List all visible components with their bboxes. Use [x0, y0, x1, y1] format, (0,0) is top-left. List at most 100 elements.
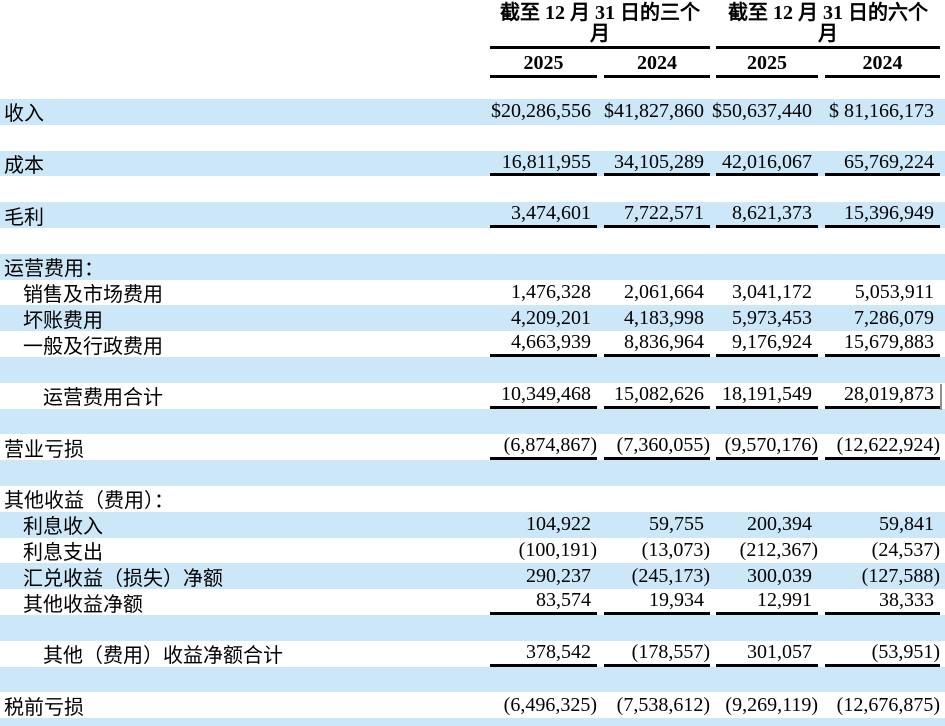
year-header-2025: 2025: [716, 51, 818, 78]
value-cell-6m-2024: 28,019,873: [825, 383, 940, 409]
value-cell-3m-2024: [604, 228, 710, 254]
row-label: 坏账费用: [23, 309, 103, 332]
year-header-row: 2025 2024: [490, 51, 710, 78]
value-cell-6m-2025: [716, 486, 818, 512]
value-cell-6m-2024: [825, 486, 940, 512]
value-cell-3m-2024: $41,827,860: [604, 100, 704, 123]
value-cell-3m-2025: [490, 409, 597, 435]
col-group-title: 截至 12 月 31 日的六个 月: [716, 3, 940, 46]
value-cell-6m-2025: [716, 254, 818, 280]
value-cell-3m-2024: 8,836,964: [604, 331, 710, 357]
value-cell-6m-2024: [825, 409, 940, 435]
col-group-title: 截至 12 月 31 日的三个 月: [490, 3, 710, 46]
row-label: 运营费用：: [4, 258, 104, 281]
table-row: 毛利 3,474,601 7,722,571 8,621,373 15,396,…: [0, 202, 945, 229]
year-header-2024: 2024: [825, 51, 940, 78]
value-cell-6m-2024: $ 81,166,173: [829, 100, 934, 123]
table-row: 利息支出 (100,191) (13,073) (212,367) (24,53…: [0, 538, 945, 564]
row-label: 成本: [4, 155, 44, 177]
value-cell-6m-2025: [716, 667, 818, 693]
value-cell-6m-2025: 5,973,453: [732, 306, 812, 329]
value-cell-3m-2024: (245,173): [631, 564, 710, 587]
table-row: 运营费用：: [0, 253, 945, 281]
value-cell-6m-2025: 12,991: [716, 589, 818, 615]
col-group-three-months: 截至 12 月 31 日的三个 月 2025 2024: [490, 3, 710, 78]
row-label: 一般及行政费用: [23, 335, 163, 358]
value-cell-3m-2025: $20,286,556: [491, 100, 591, 123]
row-label: 税前亏损: [4, 696, 84, 719]
value-cell-3m-2024: 2,061,664: [624, 280, 704, 303]
value-cell-3m-2025: 10,349,468: [490, 383, 597, 409]
value-cell-6m-2025: 301,057: [716, 641, 818, 667]
value-cell-6m-2024: [825, 718, 940, 726]
value-cell-6m-2025: (9,269,119): [725, 693, 818, 716]
value-cell-3m-2024: 4,183,998: [624, 306, 704, 329]
value-cell-6m-2025: [716, 409, 818, 435]
value-cell-6m-2025: 3,041,172: [732, 280, 812, 303]
value-cell-6m-2024: [825, 125, 940, 151]
value-cell-6m-2025: 200,394: [747, 513, 812, 536]
value-cell-6m-2025: (212,367): [739, 538, 818, 561]
value-cell-3m-2024: 15,082,626: [604, 383, 710, 409]
value-cell-3m-2025: [490, 667, 597, 693]
value-cell-3m-2025: [490, 228, 597, 254]
text-cursor-bar: [940, 384, 942, 410]
table-row: 运营费用合计 10,349,468 15,082,626 18,191,549 …: [0, 383, 945, 409]
table-row: [0, 408, 945, 435]
value-cell-6m-2024: [825, 460, 940, 486]
header-rule: [490, 46, 710, 49]
value-cell-6m-2024: [825, 615, 940, 641]
col-group-title-line1: 截至 12 月 31 日的三个: [500, 2, 700, 24]
col-group-title-line2: 月: [590, 23, 610, 45]
value-cell-3m-2025: (100,191): [518, 538, 597, 561]
value-cell-6m-2025: 8,621,373: [716, 202, 818, 228]
value-cell-3m-2024: [604, 254, 710, 280]
value-cell-3m-2024: [604, 409, 710, 435]
table-row: 其他（费用）收益净额合计 378,542 (178,557) 301,057 (…: [0, 641, 945, 667]
value-cell-6m-2025: [716, 357, 818, 383]
row-label: 利息支出: [23, 541, 103, 564]
header-rule: [716, 46, 940, 49]
value-cell-6m-2024: (24,537): [871, 538, 940, 561]
value-cell-3m-2024: (178,557): [604, 641, 710, 667]
row-label: 销售及市场费用: [23, 283, 163, 306]
table-row: [0, 228, 945, 254]
value-cell-6m-2025: [716, 228, 818, 254]
table-row: 收入 $20,286,556 $41,827,860 $50,637,440 $…: [0, 99, 945, 125]
table-row: 税前亏损 (6,496,325) (7,538,612) (9,269,119)…: [0, 692, 945, 719]
table-row: 汇兑收益（损失）净额 290,237 (245,173) 300,039 (12…: [0, 563, 945, 590]
row-label: 收入: [4, 103, 44, 126]
value-cell-3m-2025: [490, 718, 597, 726]
value-cell-6m-2025: [716, 718, 818, 726]
value-cell-3m-2025: 378,542: [490, 641, 597, 667]
value-cell-3m-2025: [490, 486, 597, 512]
col-group-title-line2: 月: [818, 23, 838, 45]
col-group-six-months: 截至 12 月 31 日的六个 月 2025 2024: [716, 3, 940, 78]
table-row: 其他收益（费用）：: [0, 486, 945, 512]
row-label: 其他收益（费用）：: [4, 490, 174, 513]
table-row: [0, 666, 945, 693]
table-row: 销售及市场费用 1,476,328 2,061,664 3,041,172 5,…: [0, 280, 945, 306]
value-cell-6m-2025: $50,637,440: [712, 100, 812, 123]
value-cell-6m-2025: 42,016,067: [716, 151, 818, 177]
value-cell-3m-2025: 1,476,328: [511, 280, 591, 303]
value-cell-3m-2025: 83,574: [490, 589, 597, 615]
row-label: 利息收入: [23, 516, 103, 539]
row-label: 其他收益净额: [23, 593, 143, 616]
table-row: 其他收益净额 83,574 19,934 12,991 38,333: [0, 589, 945, 616]
value-cell-6m-2025: [716, 615, 818, 641]
value-cell-6m-2024: 65,769,224: [825, 151, 940, 177]
value-cell-3m-2024: [604, 615, 710, 641]
year-header-2024: 2024: [604, 51, 710, 78]
value-cell-6m-2024: 7,286,079: [854, 306, 934, 329]
value-cell-3m-2024: (13,073): [641, 538, 710, 561]
value-cell-3m-2025: 3,474,601: [490, 202, 597, 228]
value-cell-3m-2024: (7,360,055): [604, 434, 710, 461]
table-row: [0, 460, 945, 486]
value-cell-6m-2024: [825, 667, 940, 693]
value-cell-3m-2025: (6,874,867): [490, 434, 597, 461]
value-cell-3m-2024: [604, 486, 710, 512]
value-cell-6m-2024: 15,679,883: [825, 331, 940, 357]
table-row: [0, 176, 945, 202]
value-cell-3m-2024: 59,755: [649, 513, 704, 536]
